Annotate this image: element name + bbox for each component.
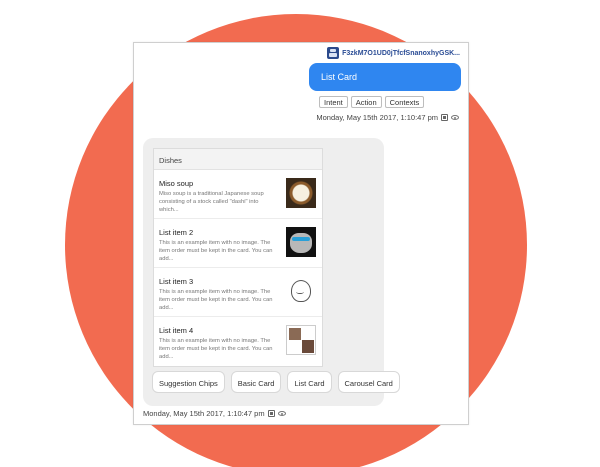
eye-icon[interactable] [277, 411, 286, 416]
list-card: Dishes Miso soup Miso soup is a traditio… [153, 148, 323, 367]
list-item-description: This is an example item with no image. T… [159, 240, 273, 262]
user-id: F3zkM7O1UD0jTfcfSnanoxhyGSK... [342, 49, 460, 57]
suggestion-chip-basic-card[interactable]: Basic Card [230, 371, 282, 393]
debug-chips: Intent Action Contexts [319, 96, 425, 108]
list-item[interactable]: List item 3 This is an example item with… [154, 268, 322, 317]
user-timestamp: Monday, May 15th 2017, 1:10:47 pm [316, 113, 438, 122]
list-item[interactable]: Miso soup Miso soup is a traditional Jap… [154, 170, 322, 219]
suggestion-chip-carousel-card[interactable]: Carousel Card [337, 371, 400, 393]
eye-icon[interactable] [451, 115, 459, 120]
action-button[interactable]: Action [350, 96, 382, 108]
chat-panel: F3zkM7O1UD0jTfcfSnanoxhyGSK... List Card… [133, 42, 469, 425]
user-timestamp-row: Monday, May 15th 2017, 1:10:47 pm [316, 113, 459, 122]
user-tag: F3zkM7O1UD0jTfcfSnanoxhyGSK... [327, 47, 460, 59]
contexts-button[interactable]: Contexts [384, 96, 425, 108]
user-avatar-icon [327, 47, 340, 59]
miso-soup-image [286, 178, 316, 208]
code-icon[interactable] [441, 114, 448, 121]
list-card-title: Dishes [154, 149, 322, 170]
bot-timestamp: Monday, May 15th 2017, 1:10:47 pm [143, 409, 265, 418]
suggestion-chip-suggestion-chips[interactable]: Suggestion Chips [152, 371, 225, 393]
suggestion-chips: Suggestion Chips Basic Card List Card Ca… [152, 371, 400, 393]
code-icon[interactable] [267, 410, 275, 417]
meme-image [286, 325, 316, 355]
user-message-bubble: List Card [309, 63, 461, 91]
list-item-description: This is an example item with no image. T… [159, 289, 273, 311]
list-item[interactable]: List item 2 This is an example item with… [154, 219, 322, 268]
suggestion-chip-list-card[interactable]: List Card [287, 371, 332, 393]
grumpy-cat-image [286, 227, 316, 257]
list-item[interactable]: List item 4 This is an example item with… [154, 317, 322, 366]
list-item-description: This is an example item with no image. T… [159, 338, 273, 360]
sketch-face-image [286, 276, 316, 306]
intent-button[interactable]: Intent [319, 96, 348, 108]
bot-response-card: Dishes Miso soup Miso soup is a traditio… [143, 138, 400, 406]
list-item-description: Miso soup is a traditional Japanese soup… [159, 191, 264, 213]
bot-timestamp-row: Monday, May 15th 2017, 1:10:47 pm [143, 409, 286, 418]
